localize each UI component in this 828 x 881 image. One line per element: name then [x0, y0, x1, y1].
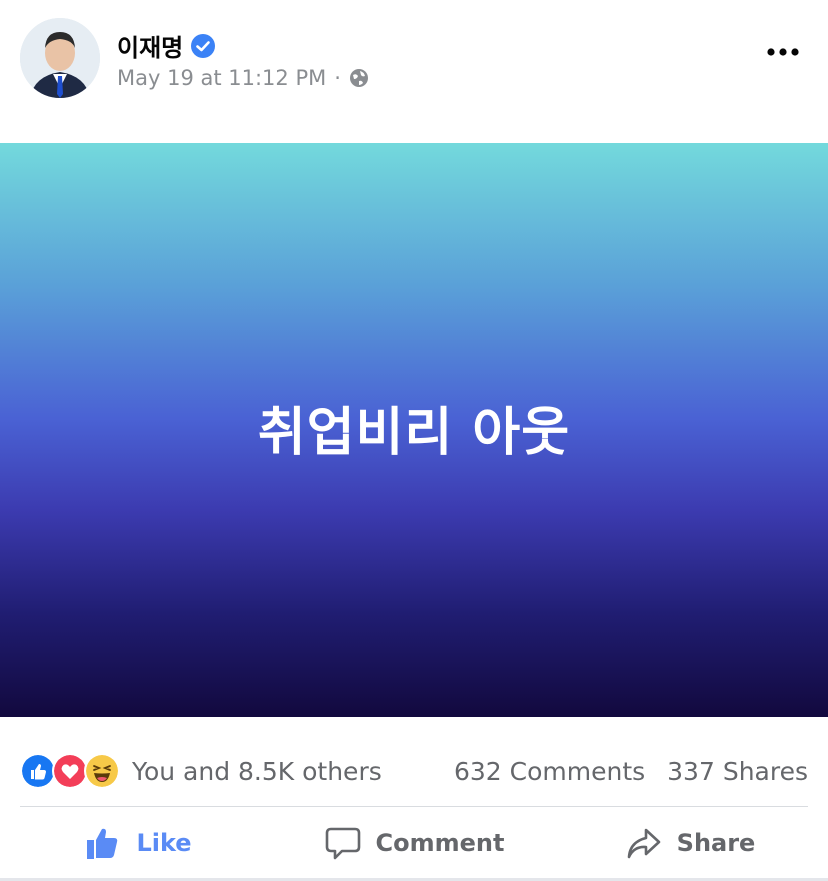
post-image[interactable]: 취업비리 아웃	[0, 143, 828, 717]
haha-reaction-icon	[84, 753, 120, 789]
verified-badge-icon	[191, 33, 216, 58]
globe-icon	[349, 69, 368, 87]
share-icon	[627, 828, 660, 859]
reactors-text[interactable]: You and 8.5K others	[132, 757, 382, 786]
action-bar: Like Comment Share	[0, 808, 828, 878]
post-timestamp[interactable]: May 19 at 11:12 PM	[117, 66, 326, 90]
comment-button[interactable]: Comment	[276, 824, 552, 862]
like-label: Like	[136, 829, 192, 857]
share-button[interactable]: Share	[552, 824, 828, 862]
reaction-icons[interactable]	[20, 753, 120, 789]
meta-separator: ·	[334, 66, 341, 90]
more-options-icon[interactable]	[766, 42, 800, 62]
author-avatar[interactable]	[20, 18, 100, 98]
like-button[interactable]: Like	[0, 824, 276, 862]
divider	[20, 806, 808, 807]
love-reaction-icon	[52, 753, 88, 789]
comment-icon	[325, 827, 360, 860]
post-header: 이재명 May 19 at 11:12 PM ·	[0, 0, 828, 143]
like-reaction-icon	[20, 753, 56, 789]
reaction-stats: You and 8.5K others 632 Comments 337 Sha…	[20, 748, 808, 794]
thumbs-up-icon	[87, 828, 118, 859]
shares-count[interactable]: 337 Shares	[667, 757, 808, 786]
comment-label: Comment	[375, 829, 505, 857]
comments-count[interactable]: 632 Comments	[454, 757, 645, 786]
post-image-text: 취업비리 아웃	[257, 402, 571, 463]
share-label: Share	[676, 829, 756, 857]
author-name[interactable]: 이재명	[117, 28, 183, 63]
